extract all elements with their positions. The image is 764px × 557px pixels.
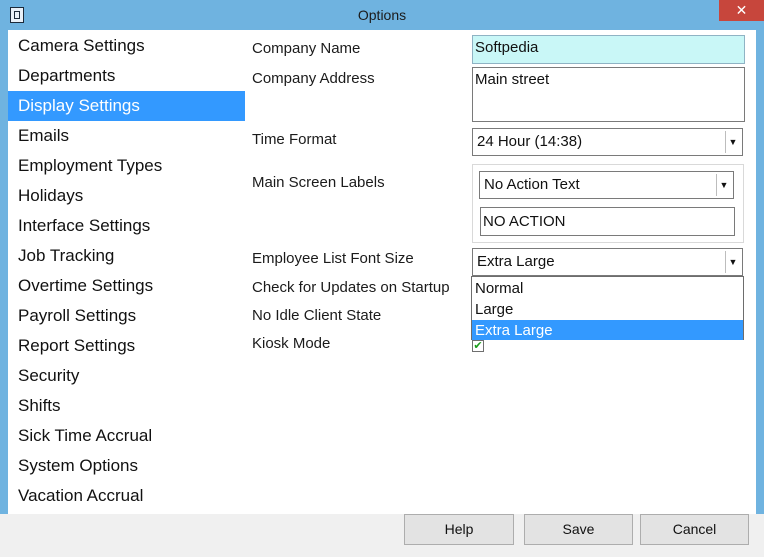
check-updates-label: Check for Updates on Startup [252,279,450,296]
title-bar[interactable]: Options ✕ [0,0,764,30]
sidebar: Camera Settings Departments Display Sett… [8,30,246,514]
checkmark-icon: ✔ [473,340,483,352]
company-name-field[interactable]: Softpedia [472,35,745,64]
font-size-option-extra-large[interactable]: Extra Large [472,320,743,340]
sidebar-item-job-tracking[interactable]: Job Tracking [8,241,245,271]
sidebar-item-shifts[interactable]: Shifts [8,391,245,421]
font-size-label: Employee List Font Size [252,250,414,267]
sidebar-item-departments[interactable]: Departments [8,61,245,91]
options-window: Options ✕ Camera Settings Departments Di… [0,0,764,557]
kiosk-mode-label: Kiosk Mode [252,335,331,352]
chevron-down-icon[interactable]: ▼ [716,174,731,196]
settings-panel: Company Name Softpedia Company Address M… [246,30,756,514]
sidebar-item-emails[interactable]: Emails [8,121,245,151]
sidebar-item-overtime-settings[interactable]: Overtime Settings [8,271,245,301]
sidebar-item-display-settings[interactable]: Display Settings [8,91,245,121]
time-format-label: Time Format [252,131,337,148]
sidebar-item-sick-time-accrual[interactable]: Sick Time Accrual [8,421,245,451]
company-address-field[interactable]: Main street [472,67,745,122]
font-size-option-large[interactable]: Large [472,299,743,320]
kiosk-mode-checkbox[interactable]: ✔ [472,340,484,352]
sidebar-item-vacation-accrual[interactable]: Vacation Accrual [8,481,245,511]
time-format-value: 24 Hour (14:38) [477,133,583,150]
cancel-button[interactable]: Cancel [640,514,749,545]
font-size-option-normal[interactable]: Normal [472,278,743,299]
sidebar-item-holidays[interactable]: Holidays [8,181,245,211]
close-icon: ✕ [735,2,748,18]
sidebar-item-payroll-settings[interactable]: Payroll Settings [8,301,245,331]
sidebar-item-camera-settings[interactable]: Camera Settings [8,31,245,61]
font-size-dropdown-list: Normal Large Extra Large [471,276,744,340]
company-name-label: Company Name [252,40,361,57]
time-format-select[interactable]: 24 Hour (14:38) ▼ [472,128,743,156]
chevron-down-icon[interactable]: ▼ [725,251,740,273]
font-size-select[interactable]: Extra Large ▼ [472,248,743,276]
chevron-down-icon[interactable]: ▼ [725,131,740,153]
main-screen-labels-select[interactable]: No Action Text ▼ [479,171,734,199]
sidebar-item-security[interactable]: Security [8,361,245,391]
font-size-value: Extra Large [477,253,555,270]
sidebar-item-interface-settings[interactable]: Interface Settings [8,211,245,241]
main-screen-labels-select-value: No Action Text [484,176,580,193]
sidebar-item-system-options[interactable]: System Options [8,451,245,481]
window-title: Options [357,7,407,23]
sidebar-item-report-settings[interactable]: Report Settings [8,331,245,361]
company-address-label: Company Address [252,70,375,87]
sidebar-item-employment-types[interactable]: Employment Types [8,151,245,181]
help-button[interactable]: Help [404,514,514,545]
main-screen-label-text-field[interactable]: NO ACTION [480,207,735,236]
close-button[interactable]: ✕ [719,0,764,21]
save-button[interactable]: Save [524,514,633,545]
main-screen-labels-label: Main Screen Labels [252,174,385,191]
no-idle-label: No Idle Client State [252,307,382,324]
